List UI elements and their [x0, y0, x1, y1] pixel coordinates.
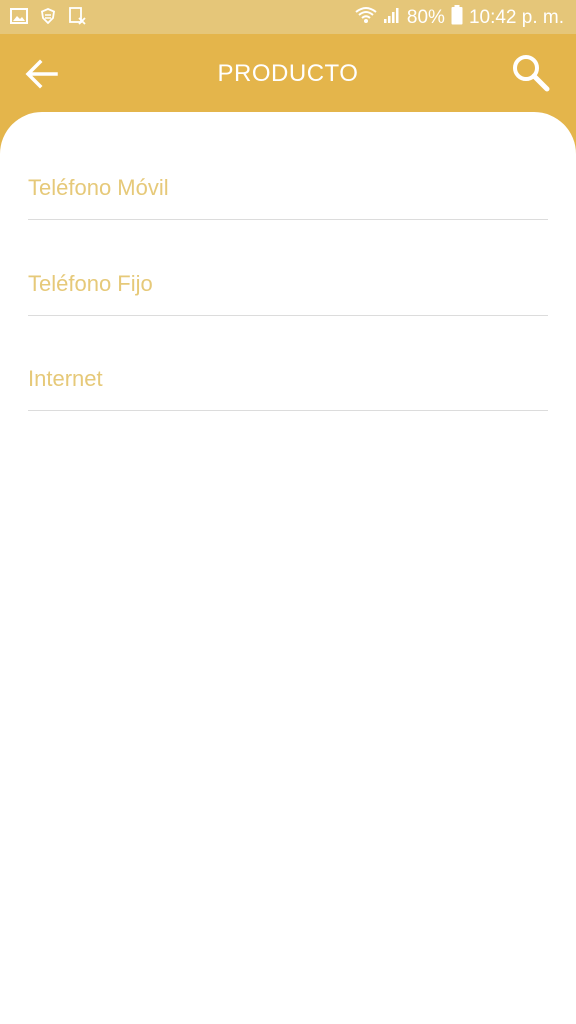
wifi-icon: [355, 6, 377, 30]
content-sheet: Teléfono Móvil Teléfono Fijo Internet: [0, 112, 576, 1024]
battery-percent: 80%: [406, 7, 445, 28]
app-bar: PRODUCTO: [0, 34, 576, 114]
search-icon: [510, 55, 552, 98]
shield-icon: [40, 8, 56, 29]
status-left-icons: [10, 7, 86, 30]
battery-icon: [451, 5, 463, 31]
list-item-label: Teléfono Fijo: [28, 271, 153, 296]
status-bar: 80% 10:42 p. m.: [0, 0, 576, 34]
status-right-icons: 80% 10:42 p. m.: [355, 5, 564, 31]
list-item-label: Internet: [28, 366, 103, 391]
clock: 10:42 p. m.: [468, 7, 564, 28]
list-item-telefono-fijo[interactable]: Teléfono Fijo: [28, 220, 548, 316]
file-x-icon: [68, 7, 86, 30]
list-item-internet[interactable]: Internet: [28, 315, 548, 411]
signal-icon: [383, 6, 401, 30]
search-button[interactable]: [510, 52, 552, 94]
list-item-telefono-movil[interactable]: Teléfono Móvil: [28, 124, 548, 220]
image-icon: [10, 8, 28, 29]
list-item-label: Teléfono Móvil: [28, 175, 169, 200]
page-title: PRODUCTO: [217, 60, 359, 87]
